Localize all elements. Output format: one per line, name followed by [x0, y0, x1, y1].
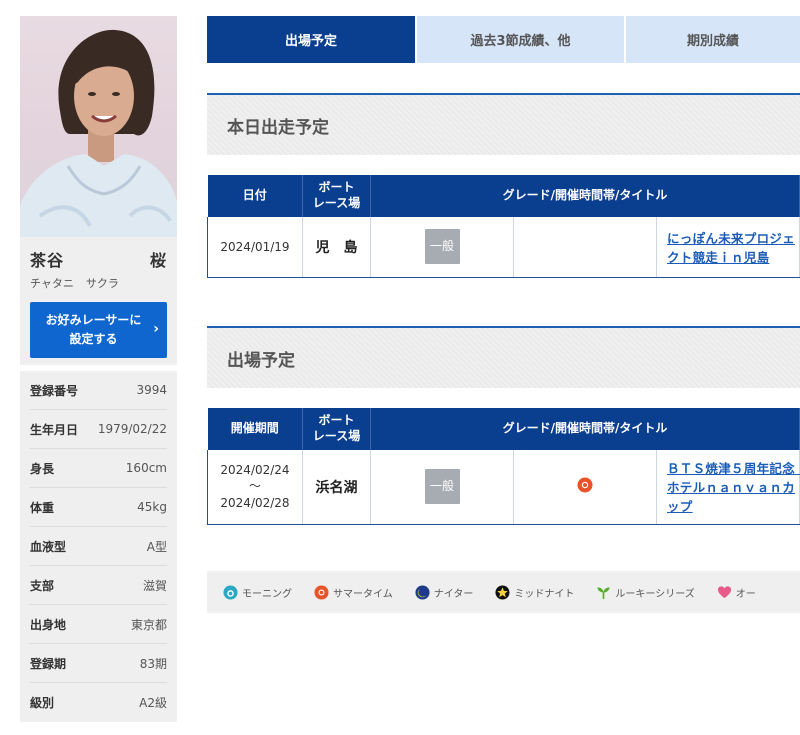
racer-info-list: 登録番号 3994 生年月日 1979/02/22 身長 160cm 体重 45… — [20, 371, 177, 722]
info-value: 45kg — [137, 500, 167, 514]
racer-name-box: 茶谷 桜 チャタニ サクラ お好みレーサーに 設定する › — [20, 237, 177, 365]
column-header-date: 日付 — [207, 175, 303, 217]
racer-profile: 茶谷 桜 チャタニ サクラ お好みレーサーに 設定する › 登録番号 3994 … — [20, 16, 177, 722]
summer-time-icon — [314, 584, 329, 600]
racer-given-name: 桜 — [149, 251, 167, 270]
legend-item-summer-time: サマータイム — [314, 584, 393, 600]
info-label: 体重 — [30, 500, 55, 515]
info-value: A型 — [146, 539, 167, 554]
column-header-period: 開催期間 — [207, 408, 303, 450]
info-value: 滋賀 — [142, 578, 167, 593]
info-value: 83期 — [139, 656, 167, 671]
today-race-table: 日付 ボート レース場 グレード/開催時間帯/タイトル 2024/01/19 児… — [207, 175, 800, 278]
column-header-grade-title: グレード/開催時間帯/タイトル — [370, 408, 800, 450]
race-venue-cell: 児 島 — [302, 217, 371, 278]
column-header-venue: ボート レース場 — [302, 175, 371, 217]
midnight-icon — [495, 584, 510, 600]
tab-entry-schedule[interactable]: 出場予定 — [207, 16, 415, 63]
time-slot-legend: モーニング サマータイム ナイター ミッドナイト ルーキーシリーズ オー — [207, 571, 800, 613]
grade-badge: 一般 — [424, 229, 460, 265]
info-row-blood-type: 血液型 A型 — [30, 527, 167, 566]
column-header-venue: ボート レース場 — [302, 408, 371, 450]
upcoming-race-table: 開催期間 ボート レース場 グレード/開催時間帯/タイトル 2024/02/24… — [207, 408, 800, 525]
table-header-row: 日付 ボート レース場 グレード/開催時間帯/タイトル — [207, 175, 800, 217]
info-value: A2級 — [139, 696, 167, 710]
race-end-date: 2024/02/28 — [220, 496, 290, 511]
set-favorite-racer-button[interactable]: お好みレーサーに 設定する › — [30, 302, 167, 358]
info-label: 身長 — [30, 461, 55, 476]
racer-name: 茶谷 桜 — [30, 247, 167, 271]
legend-label: オー — [735, 588, 756, 600]
grade-badge: 一般 — [424, 469, 460, 505]
legend-label: ナイター — [433, 588, 474, 600]
race-title-cell: にっぽん未来プロジェクト競走ｉｎ児島 — [656, 217, 800, 278]
race-title-link[interactable]: ＢＴＳ焼津５周年記念 ホテルｎａｎｖａｎカップ — [667, 461, 800, 514]
legend-item-midnight: ミッドナイト — [495, 584, 575, 600]
legend-item-other: オー — [717, 585, 756, 600]
info-row-registration-term: 登録期 83期 — [30, 644, 167, 683]
info-label: 血液型 — [30, 539, 67, 554]
info-value: 1979/02/22 — [97, 422, 167, 436]
info-row-class: 級別 A2級 — [30, 683, 167, 722]
info-row-hometown: 出身地 東京都 — [30, 605, 167, 644]
info-value: 160cm — [125, 461, 167, 475]
racer-family-name: 茶谷 — [30, 251, 65, 270]
info-label: 級別 — [30, 696, 55, 710]
info-row-height: 身長 160cm — [30, 449, 167, 488]
info-row-birthdate: 生年月日 1979/02/22 — [30, 410, 167, 449]
table-header-row: 開催期間 ボート レース場 グレード/開催時間帯/タイトル — [207, 408, 800, 450]
nighter-icon — [415, 584, 430, 600]
race-grade-cell: 一般 — [370, 217, 514, 278]
racer-given-kana: サクラ — [85, 277, 119, 290]
racer-tabs: 出場予定 過去3節成績、他 期別成績 — [207, 16, 800, 63]
info-row-registration-number: 登録番号 3994 — [30, 371, 167, 410]
race-venue-cell: 浜名湖 — [302, 450, 371, 525]
legend-label: サマータイム — [333, 588, 393, 600]
legend-label: モーニング — [242, 588, 292, 600]
legend-item-nighter: ナイター — [415, 584, 474, 600]
race-title-link[interactable]: にっぽん未来プロジェクト競走ｉｎ児島 — [667, 231, 795, 265]
legend-item-morning: モーニング — [223, 584, 292, 600]
race-date: 2024/01/19 — [207, 217, 303, 278]
race-time-slot-cell — [513, 450, 657, 525]
column-header-grade-title: グレード/開催時間帯/タイトル — [370, 175, 800, 217]
info-row-weight: 体重 45kg — [30, 488, 167, 527]
racer-kana: チャタニ サクラ — [30, 275, 167, 291]
info-value: 3994 — [136, 383, 167, 397]
race-time-slot-cell — [513, 217, 657, 278]
upcoming-heading: 出場予定 — [207, 326, 800, 388]
info-label: 登録期 — [30, 656, 67, 671]
rookie-icon — [597, 586, 611, 599]
info-label: 出身地 — [30, 617, 67, 632]
info-row-branch: 支部 滋賀 — [30, 566, 167, 605]
info-value: 東京都 — [130, 617, 167, 632]
racer-photo — [20, 16, 177, 237]
racer-family-kana: チャタニ — [30, 277, 74, 290]
table-row: 2024/02/24 ～ 2024/02/28 浜名湖 一般 ＢＴＳ焼津５周年記… — [207, 450, 800, 525]
tab-past-results[interactable]: 過去3節成績、他 — [417, 16, 624, 63]
legend-label: ルーキーシリーズ — [615, 588, 695, 600]
info-label: 生年月日 — [30, 422, 79, 437]
race-grade-cell: 一般 — [370, 450, 514, 525]
morning-icon — [223, 584, 238, 600]
heart-icon — [717, 585, 731, 598]
info-label: 支部 — [30, 578, 55, 593]
legend-item-rookie-series: ルーキーシリーズ — [596, 585, 695, 600]
race-period-cell: 2024/02/24 ～ 2024/02/28 — [207, 450, 303, 525]
set-favorite-racer-label: お好みレーサーに 設定する — [45, 313, 142, 346]
today-heading: 本日出走予定 — [207, 93, 800, 155]
race-date-separator: ～ — [248, 479, 261, 494]
race-venue: 浜名湖 — [315, 479, 358, 496]
race-start-date: 2024/02/24 — [220, 462, 290, 477]
info-label: 登録番号 — [30, 383, 79, 398]
tab-term-results[interactable]: 期別成績 — [626, 16, 800, 63]
legend-label: ミッドナイト — [514, 588, 575, 600]
chevron-right-icon: › — [153, 321, 159, 338]
summer-time-icon — [577, 477, 593, 493]
race-title-cell: ＢＴＳ焼津５周年記念 ホテルｎａｎｖａｎカップ — [656, 450, 800, 525]
race-venue: 児 島 — [315, 239, 358, 256]
table-row: 2024/01/19 児 島 一般 にっぽん未来プロジェクト競走ｉｎ児島 — [207, 217, 800, 278]
